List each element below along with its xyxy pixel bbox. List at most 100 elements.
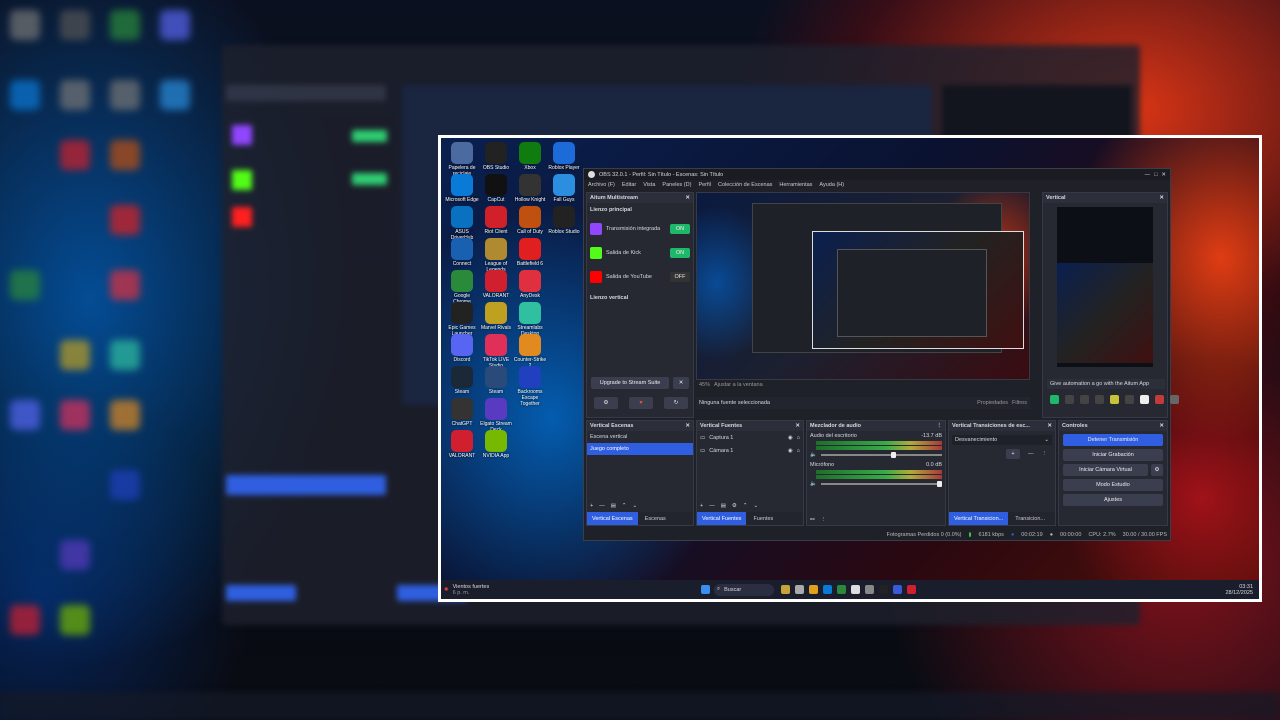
remove-icon[interactable]: —: [599, 503, 605, 509]
close-icon[interactable]: ✕: [1161, 172, 1166, 178]
upgrade-button[interactable]: Upgrade to Stream Suite: [591, 377, 669, 389]
more-icon[interactable]: ⋮: [1042, 451, 1048, 457]
replay-icon[interactable]: [1095, 395, 1104, 404]
move-up-icon[interactable]: ⌃: [622, 503, 627, 509]
fit-window[interactable]: Ajustar a la ventana: [714, 382, 763, 388]
link-icon[interactable]: ⚯: [810, 517, 815, 523]
scene-item[interactable]: Escena vertical: [587, 431, 693, 443]
dock-close-icon[interactable]: ✕: [1047, 423, 1052, 429]
settings-button[interactable]: Ajustes: [1063, 494, 1163, 506]
gear-icon[interactable]: [1140, 395, 1149, 404]
desktop-icon[interactable]: OBS Studio: [479, 142, 513, 171]
desktop-icon[interactable]: Connect: [445, 238, 479, 267]
menu-editar[interactable]: Editar: [622, 182, 636, 188]
volume-slider[interactable]: [820, 481, 943, 487]
desktop-icon[interactable]: Call of Duty: [513, 206, 547, 235]
obs-window[interactable]: OBS 32.0.1 - Perfil: Sin Título - Escena…: [583, 168, 1179, 541]
dock-close-icon[interactable]: ✕: [1159, 423, 1164, 429]
desktop-icon[interactable]: Microsoft Edge: [445, 174, 479, 203]
tab-fuentes[interactable]: Fuentes: [748, 512, 778, 525]
dock-close-icon[interactable]: ✕: [795, 423, 800, 429]
heart-icon[interactable]: ♥: [629, 397, 653, 409]
widget-icon[interactable]: [781, 585, 790, 594]
screenshot-thumbnail[interactable]: Papelera de reciclajeOBS Studio Xbox Roblo…: [438, 135, 1262, 602]
desktop-icon[interactable]: TikTok LIVE Studio: [479, 334, 513, 369]
refresh-icon[interactable]: [1170, 395, 1179, 404]
properties-button[interactable]: Propiedades: [977, 400, 1008, 406]
desktop-icon[interactable]: Counter-Strike 2: [513, 334, 547, 369]
desktop-icon[interactable]: Epic Games Launcher: [445, 302, 479, 337]
eye-icon[interactable]: ◉: [788, 448, 793, 454]
refresh-icon[interactable]: ↻: [664, 397, 688, 409]
add-icon[interactable]: +: [590, 503, 593, 509]
start-icon[interactable]: [701, 585, 710, 594]
output-toggle-button[interactable]: ON: [670, 224, 690, 234]
desktop-icon[interactable]: Steam: [479, 366, 513, 395]
menu-vista[interactable]: Vista: [643, 182, 655, 188]
dock-close-icon[interactable]: ✕: [1159, 195, 1164, 201]
obs-titlebar[interactable]: OBS 32.0.1 - Perfil: Sin Título - Escena…: [584, 169, 1170, 180]
start-virtual-camera-button[interactable]: Iniciar Cámara Virtual: [1063, 464, 1148, 476]
desktop-icon[interactable]: VALORANT: [445, 430, 479, 459]
speaker-icon[interactable]: 🔈: [810, 481, 817, 487]
add-icon[interactable]: +: [1006, 449, 1020, 459]
heart-icon[interactable]: [1155, 395, 1164, 404]
virtual-camera-settings-icon[interactable]: ⚙: [1151, 464, 1163, 476]
zoom-level[interactable]: 45%: [699, 382, 710, 388]
maximize-icon[interactable]: □: [1154, 172, 1157, 178]
desktop-icon[interactable]: Steam: [445, 366, 479, 395]
menu-herramientas[interactable]: Herramientas: [779, 182, 812, 188]
filter-icon[interactable]: ▤: [611, 503, 616, 509]
stop-streaming-button[interactable]: Detener Transmisión: [1063, 434, 1163, 446]
desktop-icon[interactable]: Backrooms Escape Together: [513, 366, 547, 407]
desktop-icon[interactable]: Roblox Studio: [547, 206, 581, 235]
weather-widget[interactable]: ✺ Vientos fuertes 6 p. m.: [441, 584, 701, 596]
desktop-icon[interactable]: Hollow Knight: [513, 174, 547, 203]
desktop-icon[interactable]: ASUS DriverHub: [445, 206, 479, 241]
desktop-icon[interactable]: Elgato Stream Deck: [479, 398, 513, 433]
desktop-icon[interactable]: Xbox: [513, 142, 547, 171]
store-icon[interactable]: [851, 585, 860, 594]
desktop-icon[interactable]: Papelera de reciclaje: [445, 142, 479, 177]
output-toggle-button[interactable]: ON: [670, 248, 690, 258]
gear-icon[interactable]: ⚙: [732, 503, 737, 509]
desktop-icon[interactable]: Google Chrome: [445, 270, 479, 305]
desktop-icon[interactable]: Fall Guys: [547, 174, 581, 203]
obs-taskbar-icon[interactable]: [879, 585, 888, 594]
desktop-icon[interactable]: Battlefield 6: [513, 238, 547, 267]
tab-escenas[interactable]: Escenas: [640, 512, 671, 525]
desktop-icon[interactable]: Discord: [445, 334, 479, 363]
desktop-icon[interactable]: Marvel Rivals: [479, 302, 513, 331]
automation-banner[interactable]: Give automation a go with the Aitum App: [1047, 379, 1165, 389]
more-icon[interactable]: ⋮: [821, 517, 827, 523]
dock-close-icon[interactable]: ✕: [685, 195, 690, 201]
desktop-icon[interactable]: League of Legends: [479, 238, 513, 273]
desktop-icon[interactable]: VALORANT: [479, 270, 513, 299]
minimize-icon[interactable]: —: [1145, 172, 1151, 178]
dock-close-icon[interactable]: ✕: [685, 423, 690, 429]
desktop-icon[interactable]: ChatGPT: [445, 398, 479, 427]
volume-slider[interactable]: [820, 452, 942, 458]
move-up-icon[interactable]: ⌃: [743, 503, 748, 509]
eye-icon[interactable]: ◉: [788, 435, 793, 441]
main-preview[interactable]: [696, 192, 1030, 380]
desktop-icon[interactable]: Streamlabs Desktop: [513, 302, 547, 337]
dock-menu-icon[interactable]: ⋮: [937, 423, 943, 429]
remove-icon[interactable]: —: [1028, 451, 1034, 457]
stream-status-icon[interactable]: [1050, 395, 1059, 404]
settings-app-icon[interactable]: [865, 585, 874, 594]
filters-button[interactable]: Filtros: [1012, 400, 1027, 406]
menu-coleccion-escenas[interactable]: Colección de Escenas: [718, 182, 772, 188]
upgrade-close-icon[interactable]: ✕: [673, 377, 689, 389]
desktop-icon[interactable]: AnyDesk: [513, 270, 547, 299]
desktop-icon[interactable]: NVIDIA App: [479, 430, 513, 459]
settings-icon[interactable]: ⚙: [594, 397, 618, 409]
chrome-icon[interactable]: [837, 585, 846, 594]
app-icon[interactable]: [893, 585, 902, 594]
tab-vertical-transiciones[interactable]: Vertical Transicion...: [949, 512, 1009, 525]
task-view-icon[interactable]: [795, 585, 804, 594]
source-item[interactable]: ▭ Captura 1 ◉ ⌂: [697, 431, 803, 444]
edge-icon[interactable]: [823, 585, 832, 594]
menu-archivo[interactable]: Archivo (F): [588, 182, 615, 188]
start-recording-button[interactable]: Iniciar Grabación: [1063, 449, 1163, 461]
